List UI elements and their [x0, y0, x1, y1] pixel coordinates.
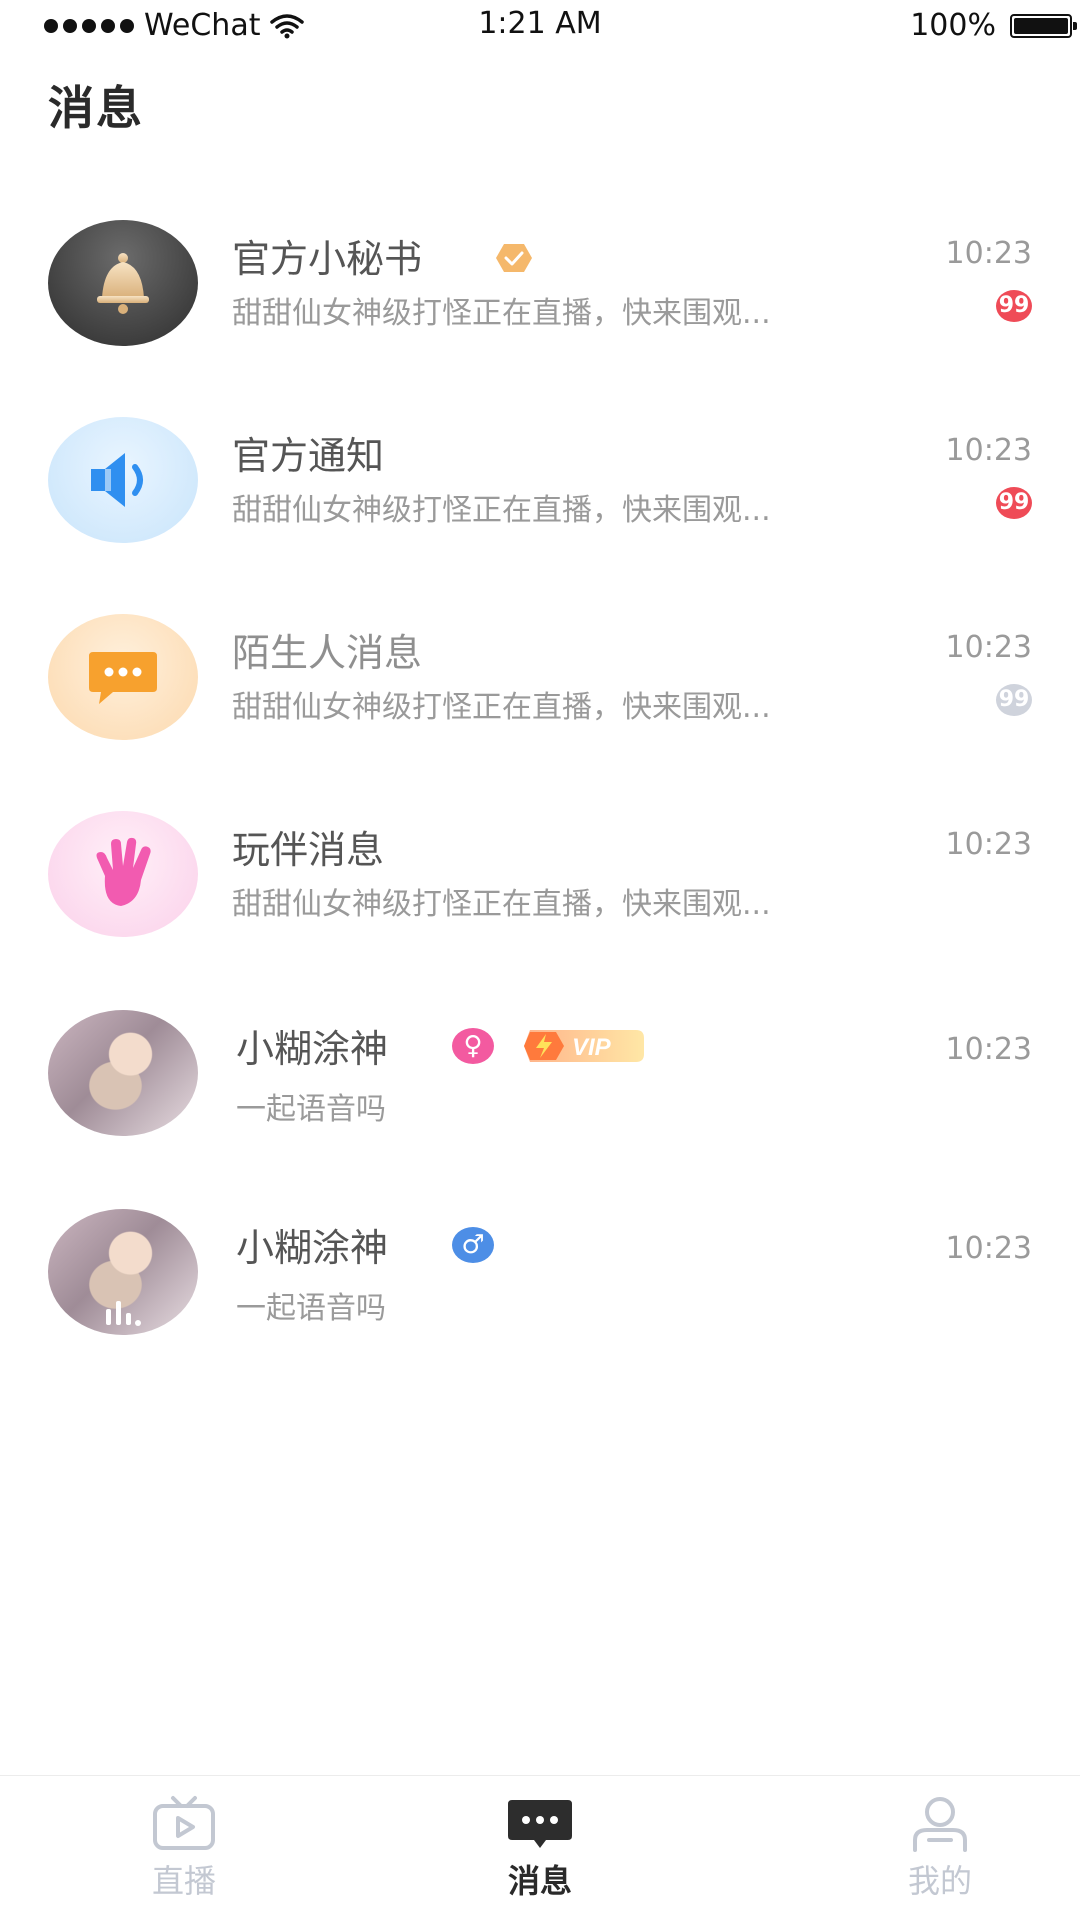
vip-badge: VIP	[524, 1030, 644, 1062]
message-sender-name: 小糊涂神	[236, 1027, 389, 1071]
message-time: 10:23	[945, 1231, 1032, 1266]
message-sender-name: 官方小秘书	[232, 237, 423, 281]
bell-icon	[97, 253, 149, 314]
hand-icon	[96, 837, 151, 906]
message-preview: 甜甜仙女神级打怪正在直播，快来围观...	[232, 296, 771, 331]
person-icon	[913, 1797, 967, 1852]
unread-badge: 99	[996, 290, 1032, 322]
tab-label: 我的	[907, 1862, 972, 1900]
message-item-official-secretary[interactable]: 官方小秘书 甜甜仙女神级打怪正在直播，快来围观... 10:23 99	[0, 208, 1080, 358]
message-sender-name: 小糊涂神	[236, 1226, 389, 1270]
male-icon: ♂	[452, 1227, 494, 1263]
message-time: 10:23	[945, 1032, 1032, 1067]
message-time: 10:23	[945, 433, 1032, 468]
unread-badge: 99	[996, 684, 1032, 716]
message-time: 10:23	[945, 630, 1032, 665]
status-bar: WeChat 1:21 AM 100%	[0, 0, 1080, 50]
avatar	[48, 811, 198, 937]
message-sender-name: 玩伴消息	[232, 828, 385, 872]
avatar	[48, 614, 198, 740]
tab-mine[interactable]: 我的	[870, 1794, 1010, 1902]
avatar	[48, 1209, 198, 1335]
message-sender-name: 陌生人消息	[232, 631, 423, 675]
speaker-icon	[91, 453, 143, 507]
message-bubble-icon	[508, 1800, 572, 1848]
message-item-user-female[interactable]: 小糊涂神 ♀ VIP 一起语音吗 10:23	[0, 998, 1080, 1148]
message-sender-name: 官方通知	[232, 434, 385, 478]
chat-bubble-icon	[89, 652, 157, 704]
message-preview: 甜甜仙女神级打怪正在直播，快来围观...	[232, 690, 771, 725]
tv-play-icon	[153, 1796, 215, 1850]
message-preview: 一起语音吗	[236, 1092, 386, 1127]
message-preview: 甜甜仙女神级打怪正在直播，快来围观...	[232, 493, 771, 528]
voice-wave-icon	[106, 1301, 141, 1326]
avatar	[48, 417, 198, 543]
tab-label: 直播	[151, 1862, 216, 1900]
message-item-playmates[interactable]: 玩伴消息 甜甜仙女神级打怪正在直播，快来围观... 10:23	[0, 799, 1080, 949]
status-right: 100%	[910, 8, 1077, 43]
message-preview: 一起语音吗	[236, 1291, 386, 1326]
message-item-official-notice[interactable]: 官方通知 甜甜仙女神级打怪正在直播，快来围观... 10:23 99	[0, 405, 1080, 555]
tab-messages[interactable]: 消息	[470, 1794, 610, 1902]
messages-screen: WeChat 1:21 AM 100% 消息 官方小秘书 甜甜仙女神级打怪正在直…	[0, 0, 1080, 1920]
message-time: 10:23	[945, 827, 1032, 862]
female-icon: ♀	[452, 1028, 494, 1064]
message-item-user-male[interactable]: 小糊涂神 ♂ 一起语音吗 10:23	[0, 1197, 1080, 1347]
message-preview: 甜甜仙女神级打怪正在直播，快来围观...	[232, 887, 771, 922]
avatar-photo	[48, 1010, 198, 1136]
bottom-tab-bar: 直播 消息 我的	[0, 1775, 1080, 1920]
message-time: 10:23	[945, 236, 1032, 271]
vip-label: VIP	[572, 1034, 612, 1061]
battery-percent: 100%	[910, 8, 996, 43]
verified-icon	[496, 244, 532, 272]
page-title: 消息	[48, 81, 144, 135]
message-item-strangers[interactable]: 陌生人消息 甜甜仙女神级打怪正在直播，快来围观... 10:23 99	[0, 602, 1080, 752]
tab-label: 消息	[507, 1862, 572, 1900]
battery-icon	[1010, 13, 1077, 38]
unread-badge: 99	[996, 487, 1032, 519]
avatar	[48, 1010, 198, 1136]
tab-live[interactable]: 直播	[114, 1794, 254, 1902]
avatar	[48, 220, 198, 346]
